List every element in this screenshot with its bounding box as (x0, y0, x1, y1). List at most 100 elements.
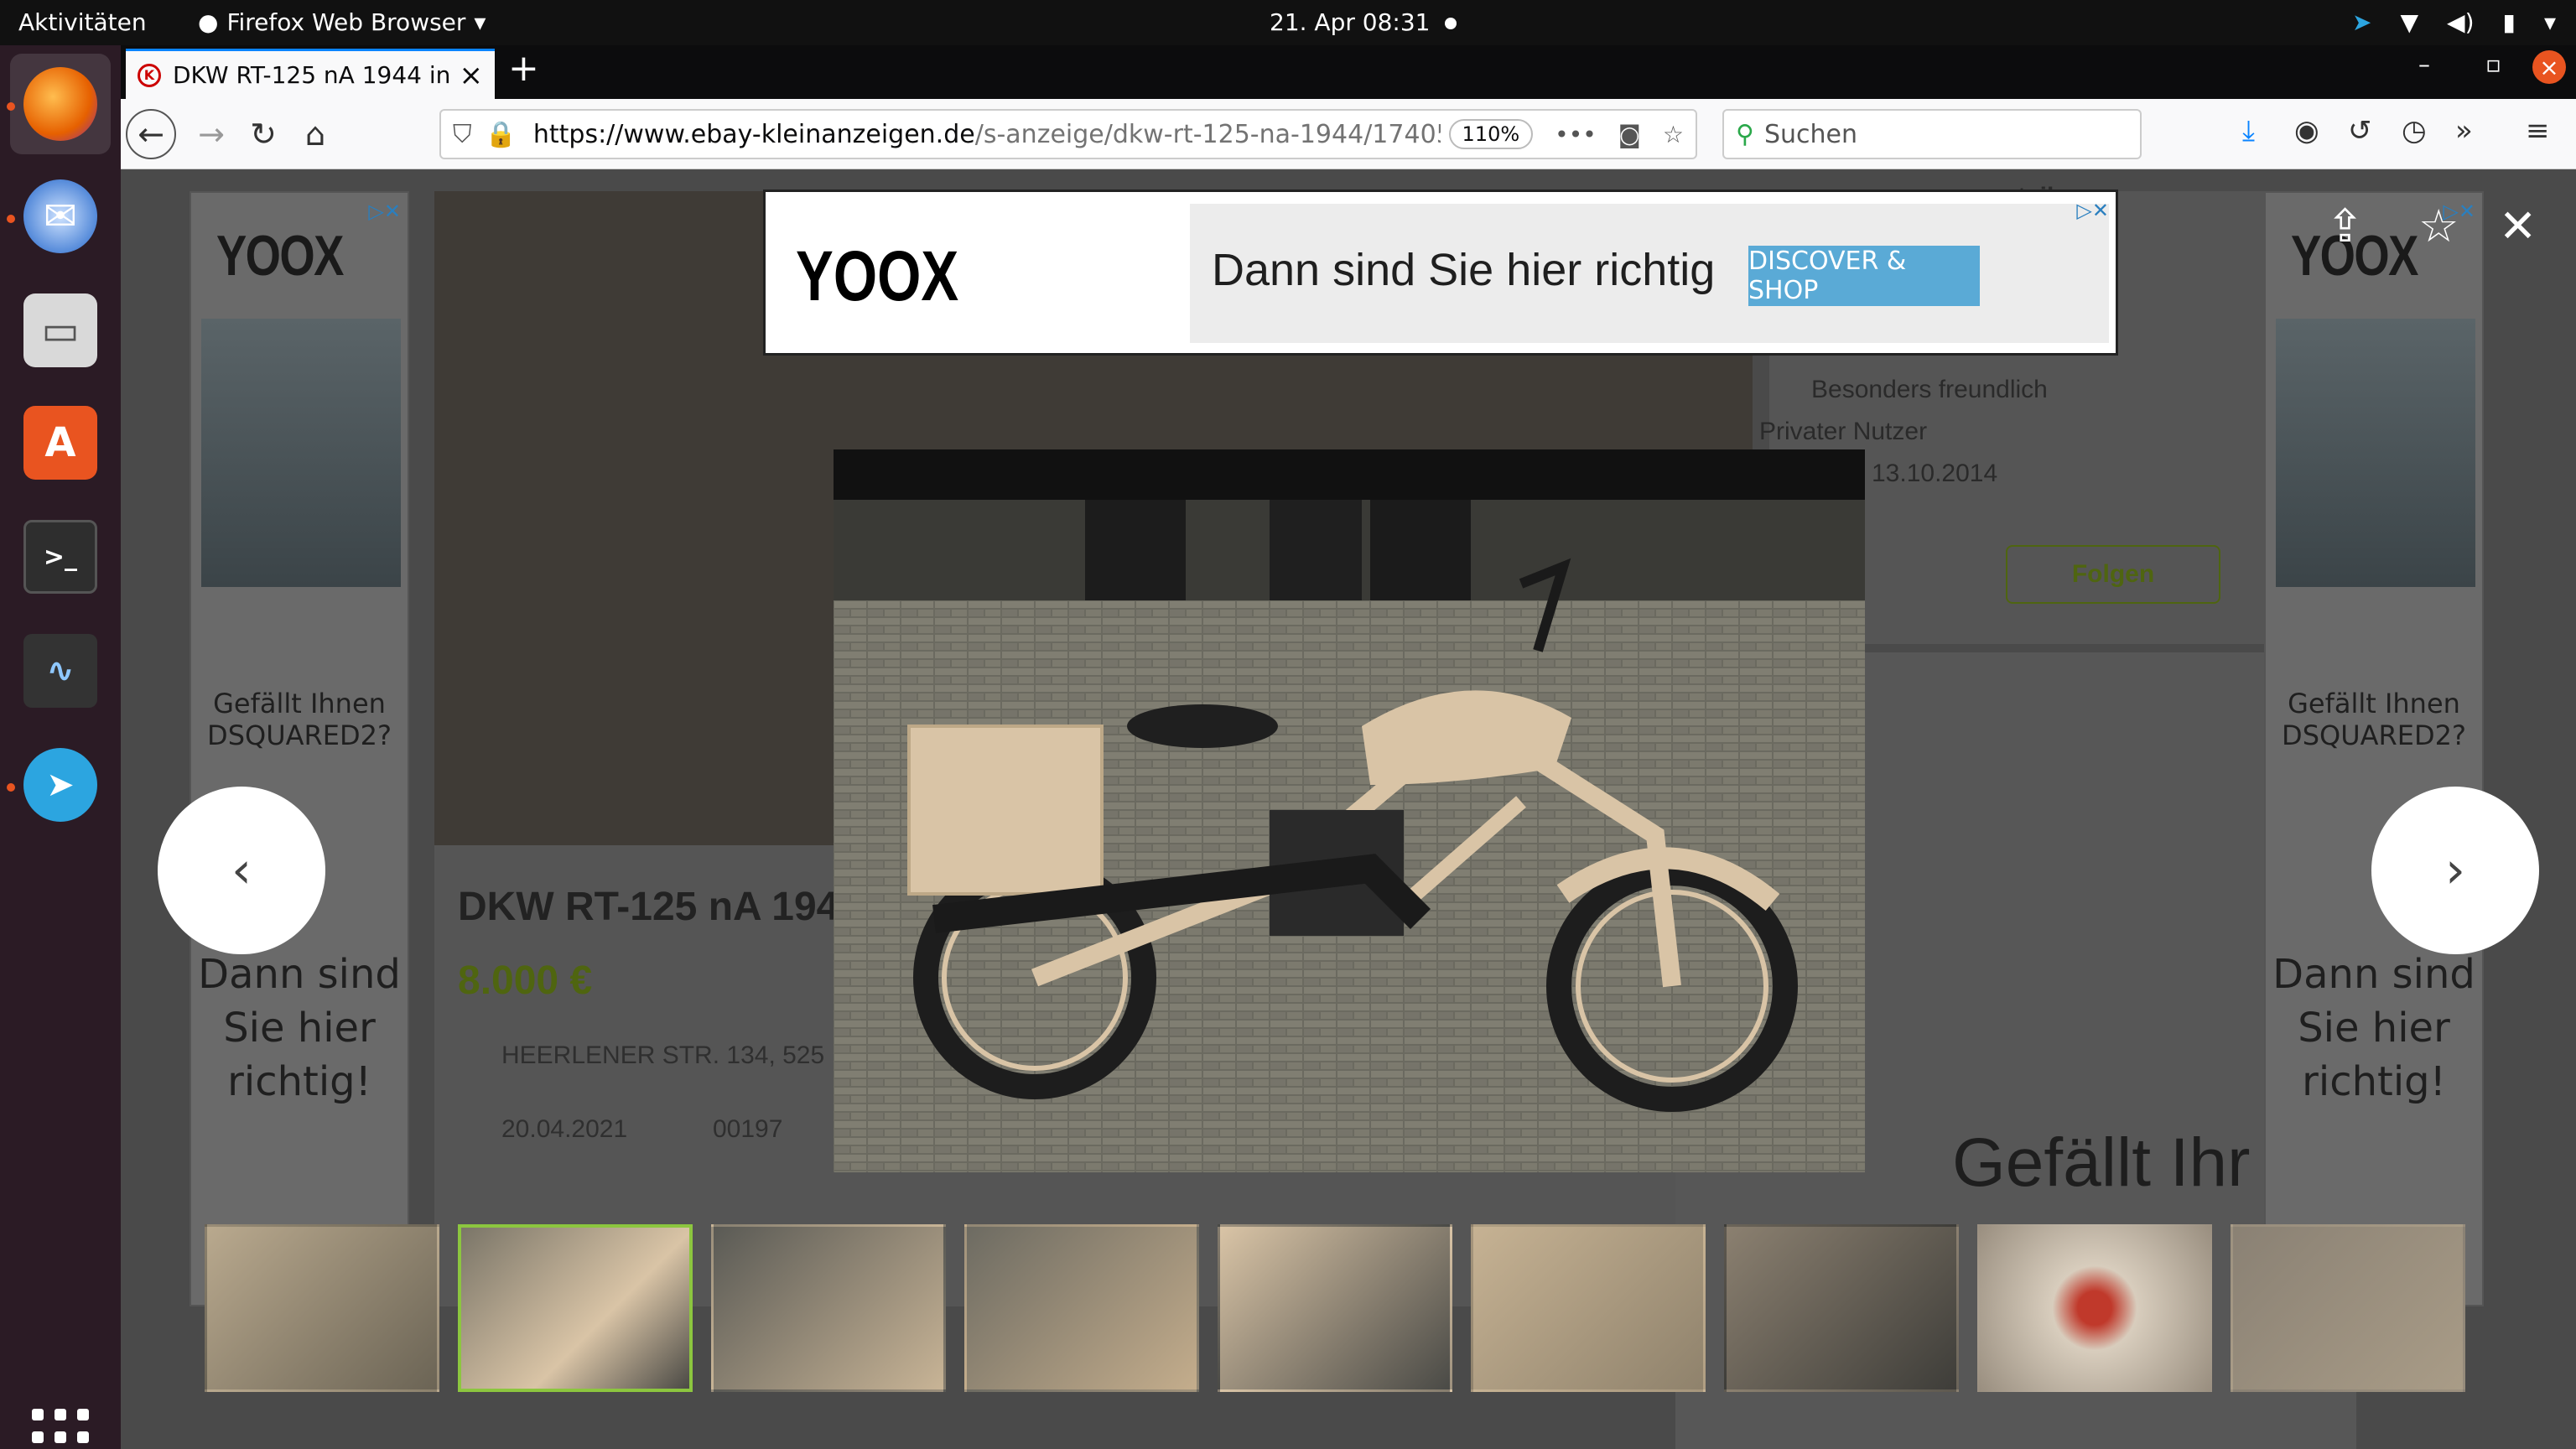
clock[interactable]: 21. Apr 08:31 (1270, 8, 1457, 36)
zoom-indicator[interactable]: 110% (1448, 119, 1534, 149)
terminal-icon: >_ (23, 520, 97, 594)
pocket-icon[interactable]: ◙ (1618, 121, 1641, 148)
maximize-button[interactable]: ▫ (2485, 50, 2501, 78)
forward-button[interactable]: → (186, 109, 236, 159)
page-content: DKW RT-125 nA 1944 8.000 € HEERLENER STR… (121, 169, 2576, 1449)
minimize-button[interactable]: – (2418, 50, 2430, 78)
dock-software[interactable]: A (10, 392, 111, 493)
activities-button[interactable]: Aktivitäten (18, 8, 147, 36)
search-engine-icon[interactable]: ⚲ (1736, 120, 1754, 149)
battery-icon: ▮ (2502, 8, 2516, 36)
lock-icon[interactable]: 🔒 (486, 120, 517, 149)
system-tray[interactable]: ➤ ▼ ◀) ▮ ▾ (2352, 8, 2556, 36)
thumbnail-4[interactable] (964, 1224, 1199, 1392)
url-path: /s-anzeige/dkw-rt-125-na-1944/17405660 (974, 119, 1441, 149)
thumbnail-2[interactable] (458, 1224, 693, 1392)
account-icon[interactable]: ◉ (2294, 114, 2319, 148)
motorcycle-photo (834, 449, 1865, 1172)
thumbnail-7[interactable] (1724, 1224, 1959, 1392)
listing-title: DKW RT-125 nA 1944 (458, 885, 862, 929)
top-banner-ad[interactable]: YOOX Dann sind Sie hier richtig DISCOVER… (763, 190, 2118, 356)
share-icon[interactable]: ⇪ (2326, 200, 2364, 252)
thumbnail-9[interactable] (2231, 1224, 2465, 1392)
tab-strip: K DKW RT-125 nA 1944 in NRW × + – ▫ × (121, 45, 2576, 99)
home-button[interactable]: ⌂ (290, 109, 340, 159)
lightbox-next-button[interactable]: › (2371, 787, 2539, 954)
tab-title: DKW RT-125 nA 1944 in NRW (173, 61, 451, 89)
thumbnail-6[interactable] (1471, 1224, 1706, 1392)
lightbox-close-icon[interactable]: ✕ (2499, 200, 2537, 252)
thumbnail-3[interactable] (711, 1224, 946, 1392)
back-button[interactable]: ← (126, 109, 176, 159)
chevron-right-icon: › (2445, 841, 2465, 900)
ad-question: Gefällt Ihnen DSQUARED2? (2282, 688, 2466, 751)
seller-since: 13.10.2014 (1872, 460, 1998, 487)
chevron-down-icon: ▾ (474, 8, 486, 36)
thumbnail-1[interactable] (205, 1224, 439, 1392)
system-monitor-icon: ∿ (23, 634, 97, 708)
thunderbird-icon: ✉ (23, 179, 97, 253)
search-bar[interactable]: ⚲ Suchen (1722, 109, 2142, 159)
volume-icon: ◀) (2447, 8, 2475, 36)
discover-shop-button[interactable]: DISCOVER & SHOP (1748, 246, 1980, 306)
firefox-small-icon: ● (198, 8, 219, 36)
notification-dot (1445, 18, 1457, 29)
bottom-ad-teaser: Gefällt Ihr (1952, 1124, 2251, 1201)
window-close-button[interactable]: × (2532, 50, 2566, 84)
listing-views: 00197 (713, 1115, 783, 1143)
tracking-shield-icon[interactable]: ⛉ (453, 120, 472, 149)
dock-files[interactable]: ▭ (10, 280, 111, 381)
hamburger-menu-icon[interactable]: ≡ (2526, 114, 2550, 148)
dock-system-monitor[interactable]: ∿ (10, 621, 111, 721)
seller-badge: Besonders freundlich (1811, 376, 2048, 403)
history-icon[interactable]: ◷ (2402, 114, 2427, 148)
dock-firefox[interactable] (10, 54, 111, 154)
thumbnail-8[interactable] (1977, 1224, 2212, 1392)
lightbox-prev-button[interactable]: ‹ (158, 787, 325, 954)
url-domain: https://www.ebay-kleinanzeigen.de (532, 119, 975, 149)
adchoices-icon[interactable]: ▷✕ (368, 200, 401, 223)
url-text[interactable]: https://www.ebay-kleinanzeigen.de/s-anze… (533, 120, 1441, 149)
tab-close-icon[interactable]: × (460, 59, 484, 92)
new-tab-button[interactable]: + (508, 47, 539, 90)
url-bar[interactable]: ⛉ 🔒 https://www.ebay-kleinanzeigen.de/s-… (439, 109, 1697, 159)
favorite-star-icon[interactable]: ☆ (2418, 200, 2459, 252)
tab-active[interactable]: K DKW RT-125 nA 1944 in NRW × (126, 49, 495, 99)
chevron-down-icon: ▾ (2543, 8, 2556, 36)
kleinanzeigen-favicon: K (138, 63, 161, 87)
chevron-left-icon: ‹ (231, 841, 252, 900)
running-indicator (7, 783, 15, 792)
ad-slogan: Dann sind Sie hier richtig! (2272, 951, 2475, 1105)
dock-telegram[interactable]: ➤ (10, 735, 111, 835)
banner-message: Dann sind Sie hier richtig (1212, 245, 1716, 295)
telegram-icon: ➤ (23, 748, 97, 822)
bookmark-star-icon[interactable]: ☆ (1663, 121, 1684, 148)
software-center-icon: A (23, 406, 97, 480)
adchoices-icon[interactable]: ▷✕ (2076, 199, 2109, 222)
ad-photo (2276, 319, 2475, 587)
right-side-ad[interactable]: ▷✕ YOOX Gefällt Ihnen DSQUARED2? Dann si… (2264, 191, 2484, 1306)
lightbox-main-image[interactable] (834, 449, 1865, 1172)
follow-button[interactable]: Folgen (2006, 545, 2220, 604)
app-menu-label: Firefox Web Browser (226, 8, 466, 36)
seller-type: Privater Nutzer (1759, 418, 1928, 445)
dock-thunderbird[interactable]: ✉ (10, 166, 111, 267)
ad-slogan: Dann sind Sie hier richtig! (198, 951, 401, 1105)
overflow-menu-icon[interactable]: » (2455, 114, 2473, 148)
downloads-icon[interactable]: ⤓ (2242, 114, 2255, 148)
dock-terminal[interactable]: >_ (10, 506, 111, 607)
ubuntu-dock: ✉ ▭ A >_ ∿ ➤ (0, 45, 121, 1449)
page-actions-icon[interactable]: ••• (1555, 121, 1597, 148)
thumbnail-5[interactable] (1218, 1224, 1452, 1392)
show-applications-icon[interactable] (32, 1409, 89, 1449)
history-back-icon[interactable]: ↺ (2348, 114, 2372, 148)
left-side-ad[interactable]: ▷✕ YOOX Gefällt Ihnen DSQUARED2? Dann si… (190, 191, 409, 1306)
running-indicator (7, 102, 15, 111)
app-menu[interactable]: ● Firefox Web Browser ▾ (198, 8, 486, 36)
telegram-tray-icon[interactable]: ➤ (2352, 8, 2371, 36)
wifi-icon: ▼ (2400, 8, 2419, 36)
listing-address: HEERLENER STR. 134, 525 (501, 1041, 825, 1069)
reload-button[interactable]: ↻ (238, 109, 288, 159)
ad-photo (201, 319, 401, 587)
banner-brand: YOOX (796, 236, 959, 315)
